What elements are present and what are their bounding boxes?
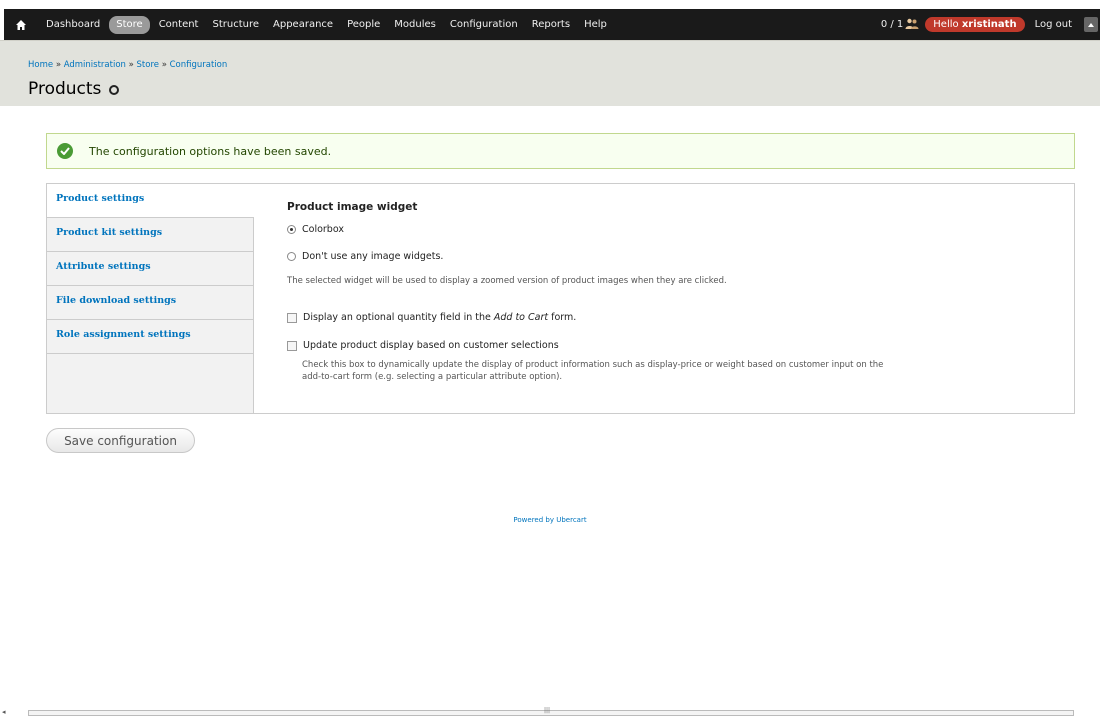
update-display-checkbox[interactable] xyxy=(287,340,297,351)
online-users-counter[interactable]: 0 / 1 xyxy=(881,18,919,32)
page-title-text: Products xyxy=(28,79,102,99)
scrollbar-track[interactable] xyxy=(28,710,1074,716)
drawer-toggle-icon[interactable] xyxy=(1084,17,1098,32)
breadcrumb-home[interactable]: Home xyxy=(28,60,53,70)
no-widget-option[interactable]: Don't use any image widgets. xyxy=(287,251,443,262)
breadcrumb-separator: » xyxy=(128,60,134,70)
admin-toolbar: Dashboard Store Content Structure Appear… xyxy=(0,0,1100,40)
menu-modules[interactable]: Modules xyxy=(387,17,443,33)
tab-file-download-settings[interactable]: File download settings xyxy=(47,286,253,320)
tab-product-kit-settings[interactable]: Product kit settings xyxy=(47,218,253,252)
colorbox-label: Colorbox xyxy=(302,224,344,235)
vertical-tab-list: Product settings Product kit settings At… xyxy=(47,184,254,413)
image-widget-title: Product image widget xyxy=(287,201,418,213)
breadcrumb-store[interactable]: Store xyxy=(137,60,159,70)
menu-configuration[interactable]: Configuration xyxy=(443,17,525,33)
horizontal-scrollbar[interactable]: ◂ ||| xyxy=(0,708,1100,716)
qty-label-emphasis: Add to Cart xyxy=(493,312,549,323)
breadcrumb-separator: » xyxy=(55,60,62,70)
status-message-text: The configuration options have been save… xyxy=(89,144,332,158)
counter-text: 0 / 1 xyxy=(880,19,904,30)
people-icon xyxy=(905,18,919,32)
vertical-tabs: Product settings Product kit settings At… xyxy=(46,183,1075,414)
menu-dashboard[interactable]: Dashboard xyxy=(39,17,107,33)
colorbox-radio[interactable] xyxy=(287,225,296,234)
scrollbar-grip-icon[interactable]: ||| xyxy=(544,708,550,714)
logout-link[interactable]: Log out xyxy=(1035,19,1072,30)
colorbox-option[interactable]: Colorbox xyxy=(287,224,344,235)
save-configuration-button[interactable]: Save configuration xyxy=(46,428,195,453)
toolbar-user-area: 0 / 1 Hello xristinath Log out xyxy=(881,9,1100,40)
menu-content[interactable]: Content xyxy=(152,17,206,33)
widget-description: The selected widget will be used to disp… xyxy=(287,276,727,286)
quantity-field-label: Display an optional quantity field in th… xyxy=(303,312,576,323)
tab-attribute-settings[interactable]: Attribute settings xyxy=(47,252,253,286)
page-header: Home » Administration » Store » Configur… xyxy=(0,40,1100,106)
update-display-description: Check this box to dynamically update the… xyxy=(302,359,883,383)
no-widget-radio[interactable] xyxy=(287,252,296,261)
username: xristinath xyxy=(961,19,1017,30)
home-icon[interactable] xyxy=(15,19,29,31)
breadcrumb-configuration[interactable]: Configuration xyxy=(170,60,228,70)
update-desc-line-2: add-to-cart form (e.g. selecting a parti… xyxy=(302,372,563,382)
status-message: The configuration options have been save… xyxy=(46,133,1075,169)
breadcrumb: Home » Administration » Store » Configur… xyxy=(28,60,227,70)
menu-structure[interactable]: Structure xyxy=(205,17,266,33)
qty-label-prefix: Display an optional quantity field in th… xyxy=(303,312,491,323)
page-title: Products xyxy=(28,79,120,99)
qty-label-suffix: form. xyxy=(551,312,577,323)
tab-role-assignment-settings[interactable]: Role assignment settings xyxy=(47,320,253,354)
hello-prefix: Hello xyxy=(933,19,959,30)
scroll-left-arrow-icon[interactable]: ◂ xyxy=(2,708,6,716)
gear-icon[interactable] xyxy=(109,85,120,95)
menu-people[interactable]: People xyxy=(340,17,387,33)
check-icon xyxy=(57,143,73,159)
user-greeting[interactable]: Hello xristinath xyxy=(925,17,1025,32)
update-display-label: Update product display based on customer… xyxy=(303,340,559,351)
breadcrumb-separator: » xyxy=(161,60,167,70)
breadcrumb-administration[interactable]: Administration xyxy=(64,60,126,70)
update-display-option[interactable]: Update product display based on customer… xyxy=(287,340,559,351)
quantity-field-option[interactable]: Display an optional quantity field in th… xyxy=(287,312,576,323)
menu-help[interactable]: Help xyxy=(577,17,614,33)
footer-powered-by[interactable]: Powered by Ubercart xyxy=(0,516,1100,524)
tab-product-settings[interactable]: Product settings xyxy=(47,184,254,218)
update-desc-line-1: Check this box to dynamically update the… xyxy=(302,360,884,370)
no-widget-label: Don't use any image widgets. xyxy=(302,251,444,262)
menu-reports[interactable]: Reports xyxy=(525,17,577,33)
toolbar-bar: Dashboard Store Content Structure Appear… xyxy=(4,9,1100,40)
menu-appearance[interactable]: Appearance xyxy=(266,17,340,33)
menu-store[interactable]: Store xyxy=(109,15,150,34)
quantity-field-checkbox[interactable] xyxy=(287,312,297,323)
